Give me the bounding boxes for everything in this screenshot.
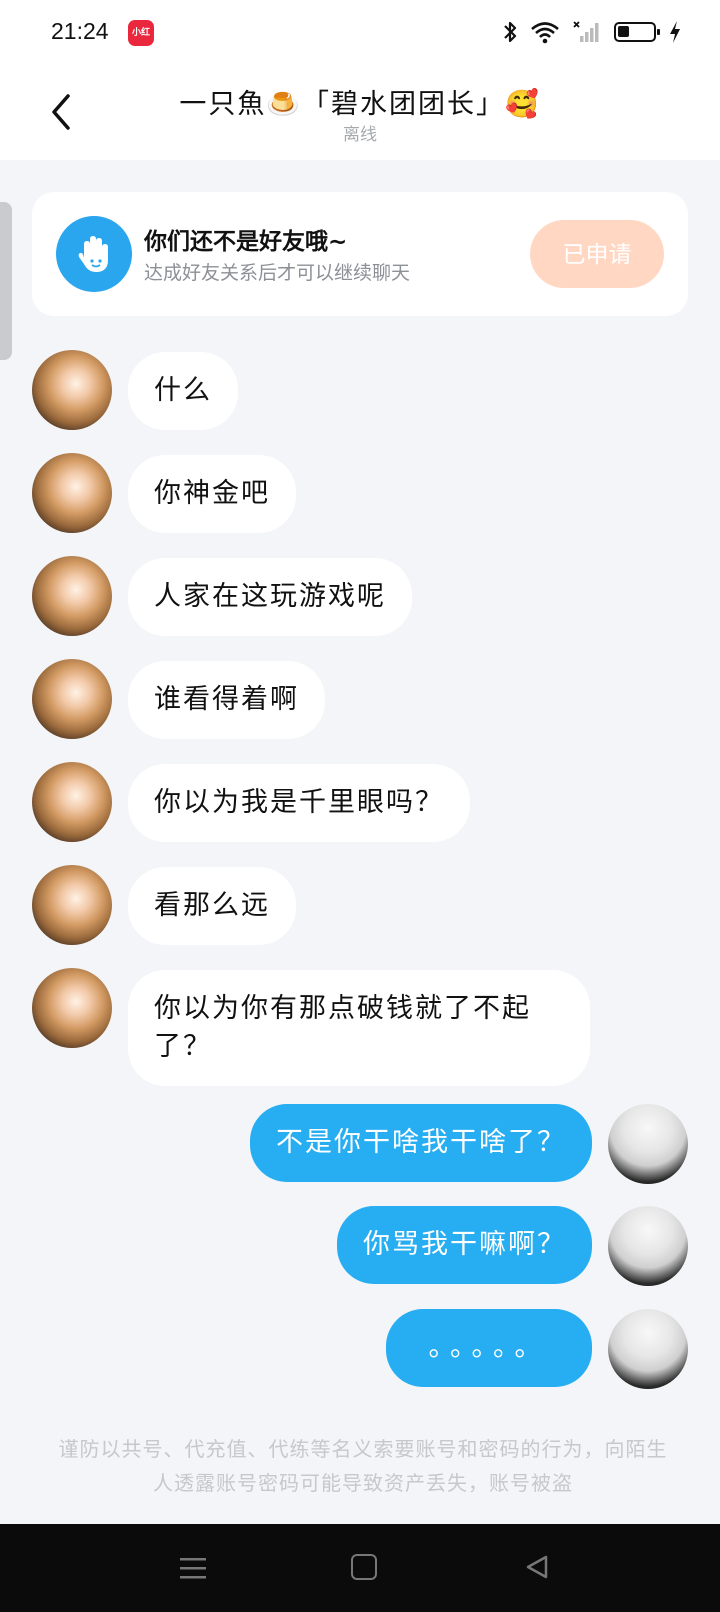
safety-notice: 谨防以共号、代充值、代练等名义索要账号和密码的行为，向陌生人透露账号密码可能导致… xyxy=(58,1437,668,1495)
my-avatar[interactable] xyxy=(608,1206,688,1286)
contact-avatar[interactable] xyxy=(32,556,112,636)
menu-icon[interactable] xyxy=(180,1556,206,1580)
contact-avatar[interactable] xyxy=(32,659,112,739)
contact-avatar[interactable] xyxy=(32,865,112,945)
friend-card-title: 你们还不是好友哦~ xyxy=(144,229,348,255)
status-bar: 21:24 小红书 xyxy=(0,0,720,64)
bluetooth-icon xyxy=(504,21,517,43)
message-bubble[interactable]: 你神金吧 xyxy=(128,455,296,533)
chat-title: 一只魚🍮「碧水团团长」🥰 xyxy=(179,89,541,120)
online-status: 离线 xyxy=(343,125,377,145)
home-icon[interactable] xyxy=(351,1554,377,1580)
signal-icon xyxy=(573,21,599,42)
my-message-bubble[interactable]: 不是你干啥我干啥了？ xyxy=(250,1104,592,1182)
friend-request-card: 你们还不是好友哦~ 达成好友关系后才可以继续聊天 已申请 xyxy=(32,192,688,316)
chat-header: 一只魚🍮「碧水团团长」🥰 离线 xyxy=(0,64,720,160)
applied-button[interactable]: 已申请 xyxy=(530,220,664,288)
status-time: 21:24 xyxy=(51,18,109,44)
charging-icon xyxy=(670,21,680,43)
my-avatar[interactable] xyxy=(608,1104,688,1184)
message-bubble[interactable]: 你以为我是千里眼吗？ xyxy=(128,764,470,842)
my-avatar[interactable] xyxy=(608,1309,688,1389)
contact-avatar[interactable] xyxy=(32,350,112,430)
friend-card-subtitle: 达成好友关系后才可以继续聊天 xyxy=(144,262,411,284)
contact-avatar[interactable] xyxy=(32,453,112,533)
contact-avatar[interactable] xyxy=(32,762,112,842)
status-icons xyxy=(502,18,682,46)
contact-avatar[interactable] xyxy=(32,968,112,1048)
system-nav-bar xyxy=(0,1524,720,1612)
message-bubble[interactable]: 什么 xyxy=(128,352,238,430)
app-notification-badge: 小红书 xyxy=(128,20,154,64)
side-drawer-handle[interactable] xyxy=(0,202,12,360)
hand-wave-icon xyxy=(56,216,132,292)
message-bubble[interactable]: 你以为你有那点破钱就了不起了？ xyxy=(128,970,590,1086)
back-icon[interactable] xyxy=(524,1554,550,1580)
my-message-bubble[interactable]: 你骂我干嘛啊？ xyxy=(337,1206,592,1284)
wifi-icon xyxy=(531,22,559,44)
message-bubble[interactable]: 谁看得着啊 xyxy=(128,661,325,739)
message-bubble[interactable]: 看那么远 xyxy=(128,867,296,945)
battery-icon xyxy=(614,22,660,42)
my-message-bubble[interactable]: 。。。。。 xyxy=(386,1309,592,1387)
message-bubble[interactable]: 人家在这玩游戏呢 xyxy=(128,558,412,636)
